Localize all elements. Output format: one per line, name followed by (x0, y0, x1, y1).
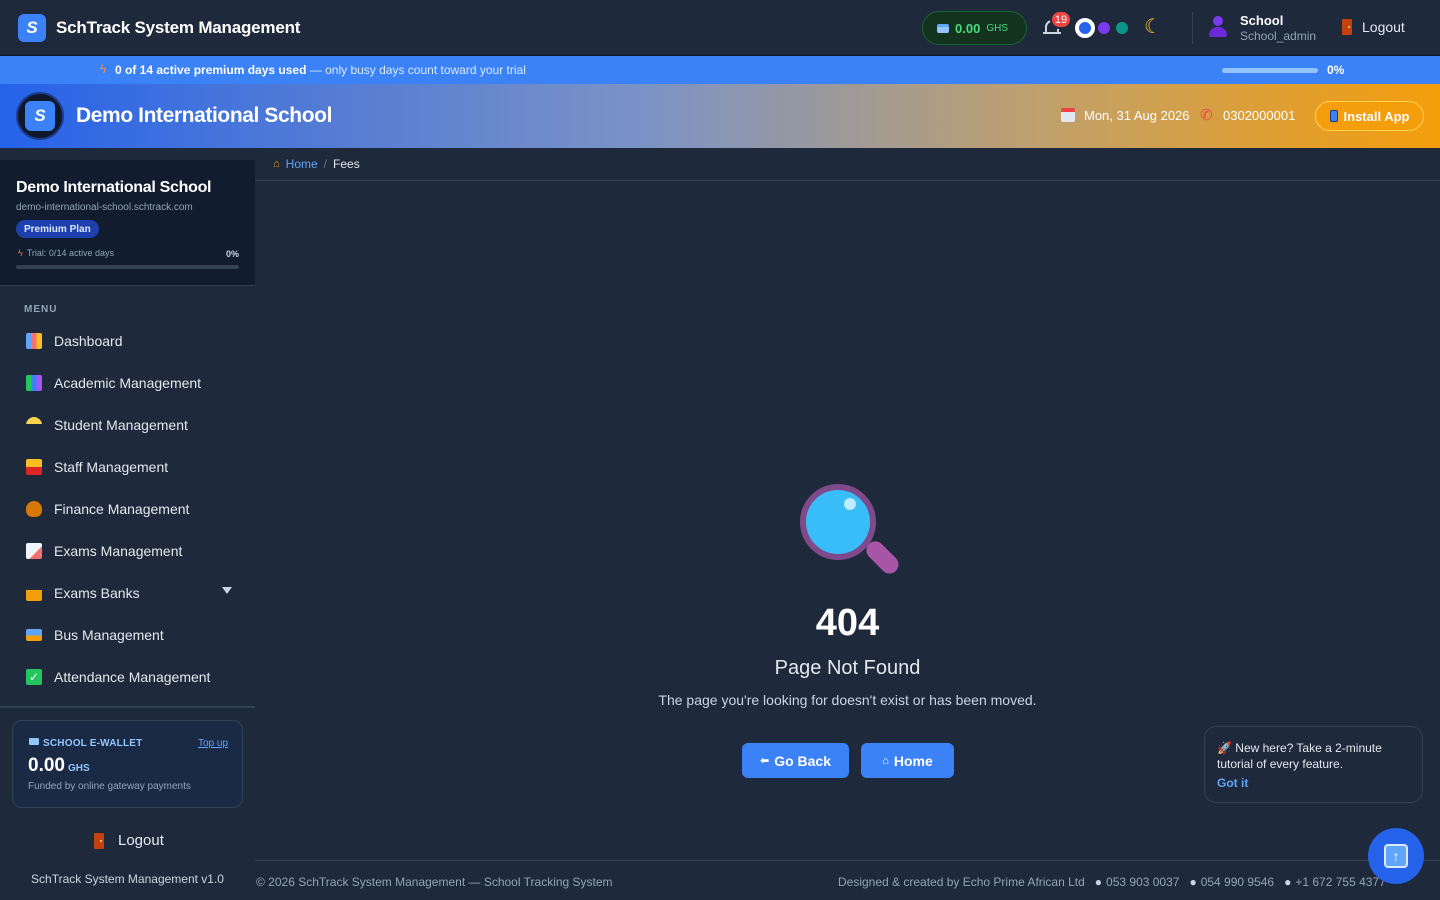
theme-teal-swatch[interactable] (1116, 22, 1128, 34)
check-box-icon: ✓ (26, 669, 42, 685)
install-app-button[interactable]: Install App (1315, 101, 1424, 131)
breadcrumb-current: Fees (333, 157, 360, 171)
app-version: SchTrack System Management v1.0 (31, 872, 224, 886)
notification-badge: 19 (1050, 10, 1072, 29)
home-button[interactable]: ⌂ Home (861, 743, 954, 778)
footer-copyright: © 2026 SchTrack System Management — Scho… (256, 875, 613, 889)
menu-section-label: MENU (24, 304, 58, 315)
school-name: Demo International School (76, 104, 333, 127)
scroll-to-top-button[interactable]: ↑ (1368, 828, 1424, 884)
error-message: The page you're looking for doesn't exis… (658, 692, 1037, 708)
go-back-button[interactable]: ⬅ Go Back (742, 743, 849, 778)
wallet-balance-pill[interactable]: 0.00 GHS (922, 11, 1027, 45)
plan-badge: Premium Plan (16, 220, 99, 238)
ewallet-note: Funded by online gateway payments (28, 781, 191, 792)
breadcrumb: ⌂ Home / Fees (255, 148, 1440, 181)
sidebar-item-dashboard[interactable]: Dashboard (12, 323, 244, 359)
user-name[interactable]: School (1240, 13, 1283, 28)
sidebar-item-staff-management[interactable]: Staff Management (12, 449, 244, 485)
error-code: 404 (815, 602, 880, 644)
user-role: School_admin (1240, 29, 1317, 43)
breadcrumb-home-link[interactable]: Home (286, 157, 318, 171)
footer-contacts: Designed & created by Echo Prime African… (838, 875, 1386, 889)
arrow-up-icon: ↑ (1384, 844, 1408, 868)
money-bag-icon (26, 501, 42, 517)
trial-message: 0 of 14 active premium days used — only … (115, 63, 526, 77)
school-ewallet-card: SCHOOL E-WALLET Top up 0.00 GHS Funded by… (12, 720, 243, 808)
footer-phone-1[interactable]: ● 053 903 0037 (1095, 875, 1180, 889)
user-avatar-icon[interactable] (1208, 16, 1228, 38)
card-icon (937, 23, 949, 33)
books-icon (26, 375, 42, 391)
bar-chart-icon (26, 333, 42, 349)
sidebar-item-exams-management[interactable]: Exams Management (12, 533, 244, 569)
breadcrumb-separator: / (323, 157, 328, 171)
ewallet-title: SCHOOL E-WALLET (29, 738, 142, 749)
calendar-icon (1061, 108, 1075, 122)
tutorial-popup: 🚀 New here? Take a 2-minute tutorial of … (1204, 726, 1423, 803)
door-icon (94, 832, 104, 849)
current-date: Mon, 31 Aug 2026 (1084, 108, 1190, 123)
top-navbar: S SchTrack System Management 0.00 GHS 19… (0, 0, 1440, 56)
mobile-phone-icon (1329, 110, 1338, 122)
top-up-link[interactable]: Top up (198, 738, 228, 749)
logout-label: Logout (1362, 19, 1405, 35)
chat-bubble-icon: ● (1189, 875, 1197, 889)
sidebar-logout-button[interactable]: Logout (94, 832, 164, 849)
divider (1192, 12, 1193, 44)
chat-bubble-icon: ● (1284, 875, 1292, 889)
sidebar-item-academic-management[interactable]: Academic Management (12, 365, 244, 401)
sidebar-trial-text: ϟ Trial: 0/14 active days (18, 248, 114, 258)
sidebar-item-finance-management[interactable]: Finance Management (12, 491, 244, 527)
trial-banner: ϟ 0 of 14 active premium days used — onl… (0, 56, 1440, 84)
door-icon (1342, 19, 1352, 35)
phone-icon: ✆ (1200, 107, 1213, 124)
trial-progress-bar (1222, 68, 1318, 73)
exam-paper-icon (26, 543, 42, 559)
arrow-left-icon: ⬅ (759, 755, 770, 767)
school-logo-icon: S (16, 92, 64, 140)
sidebar-school-url: demo-international-school.schtrack.com (16, 202, 193, 213)
error-title: Page Not Found (774, 657, 921, 679)
logout-button[interactable]: Logout (1342, 19, 1405, 35)
chevron-down-icon[interactable] (222, 587, 232, 594)
sidebar-trial-progress-bar (16, 265, 239, 269)
app-logo-icon[interactable]: S (18, 14, 46, 42)
divider (0, 706, 255, 708)
school-header: S Demo International School Mon, 31 Aug … (0, 84, 1440, 148)
chat-bubble-icon: ● (1094, 875, 1103, 889)
card-icon (29, 738, 39, 745)
magnifying-glass-icon (800, 484, 903, 584)
footer: © 2026 SchTrack System Management — Scho… (255, 860, 1440, 900)
dark-mode-moon-icon[interactable]: ☾ (1144, 16, 1162, 38)
trial-percent: 0% (1327, 63, 1345, 77)
lightning-icon: ϟ (18, 248, 23, 258)
app-title[interactable]: SchTrack System Management (56, 18, 300, 38)
ewallet-amount: 0.00 GHS (28, 755, 90, 776)
home-icon: ⌂ (882, 754, 889, 767)
theme-purple-swatch[interactable] (1098, 22, 1110, 34)
lightning-icon: ϟ (100, 62, 107, 76)
footer-credit: Designed & created by Echo Prime African… (838, 875, 1085, 889)
sidebar-school-name: Demo International School (16, 179, 212, 196)
staff-icon (26, 459, 42, 475)
sidebar-item-student-management[interactable]: Student Management (12, 407, 244, 443)
sidebar-school-card: Demo International School demo-internati… (0, 160, 255, 286)
sidebar-trial-percent: 0% (226, 249, 240, 259)
home-icon[interactable]: ⌂ (273, 158, 280, 170)
footer-phone-3[interactable]: ● +1 672 755 4377 (1284, 875, 1386, 889)
footer-phone-2[interactable]: ● 054 990 9546 (1189, 875, 1274, 889)
school-phone: 0302000001 (1223, 108, 1296, 123)
wallet-amount: 0.00 (955, 20, 981, 36)
theme-blue-swatch[interactable] (1075, 18, 1095, 38)
crown-icon (26, 585, 42, 601)
got-it-button[interactable]: Got it (1217, 776, 1248, 790)
tutorial-text: 🚀 New here? Take a 2-minute tutorial of … (1217, 741, 1382, 771)
sidebar-item-attendance-management[interactable]: ✓ Attendance Management (12, 659, 244, 695)
wallet-currency: GHS (986, 22, 1008, 34)
student-icon (26, 417, 42, 433)
sidebar: Demo International School demo-internati… (0, 148, 255, 900)
